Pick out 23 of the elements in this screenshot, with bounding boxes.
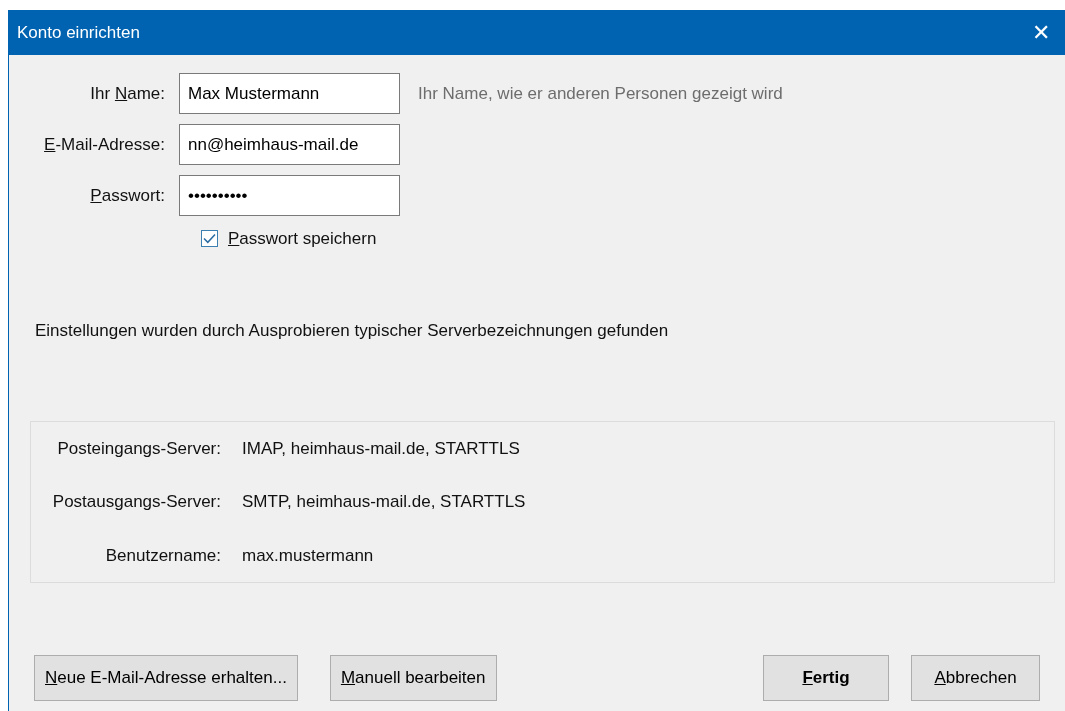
input-field[interactable]: Max Mustermann [179,73,400,114]
setting-value: IMAP, heimhaus-mail.de, STARTTLS [242,437,520,460]
close-button[interactable]: ✕ [1023,14,1059,51]
checkbox-label[interactable]: Passwort speichern [228,226,377,252]
dialog-button[interactable]: Manuell bearbeiten [329,655,497,701]
field-label: Passwort: [89,184,166,207]
dialog-button[interactable]: Fertig [763,655,889,701]
field-label: E-Mail-Adresse: [43,133,166,156]
dialog-button[interactable]: Abbrechen [911,655,1040,701]
setting-label: Benutzername: [104,544,222,567]
input-field[interactable]: nn@heimhaus-mail.de [179,124,400,165]
setting-value: SMTP, heimhaus-mail.de, STARTTLS [242,491,526,514]
status-message: Einstellungen wurden durch Ausprobieren typischer Serverbezeichnungen gefunden [35,319,670,342]
checkbox[interactable] [201,230,218,248]
field-hint: Ihr Name, wie er anderen Personen gezeigt wird [418,82,783,105]
window-title: Konto einrichten [17,21,140,44]
setting-label: Postausgangs-Server: [51,491,222,514]
input-field[interactable]: •••••••••• [179,175,400,216]
dialog-button[interactable]: Neue E-Mail-Adresse erhalten... [34,655,298,701]
setting-value: max.mustermann [242,544,374,567]
field-label: Ihr Name: [89,82,166,105]
checkmark-icon [203,233,216,245]
setting-label: Posteingangs-Server: [56,437,222,460]
